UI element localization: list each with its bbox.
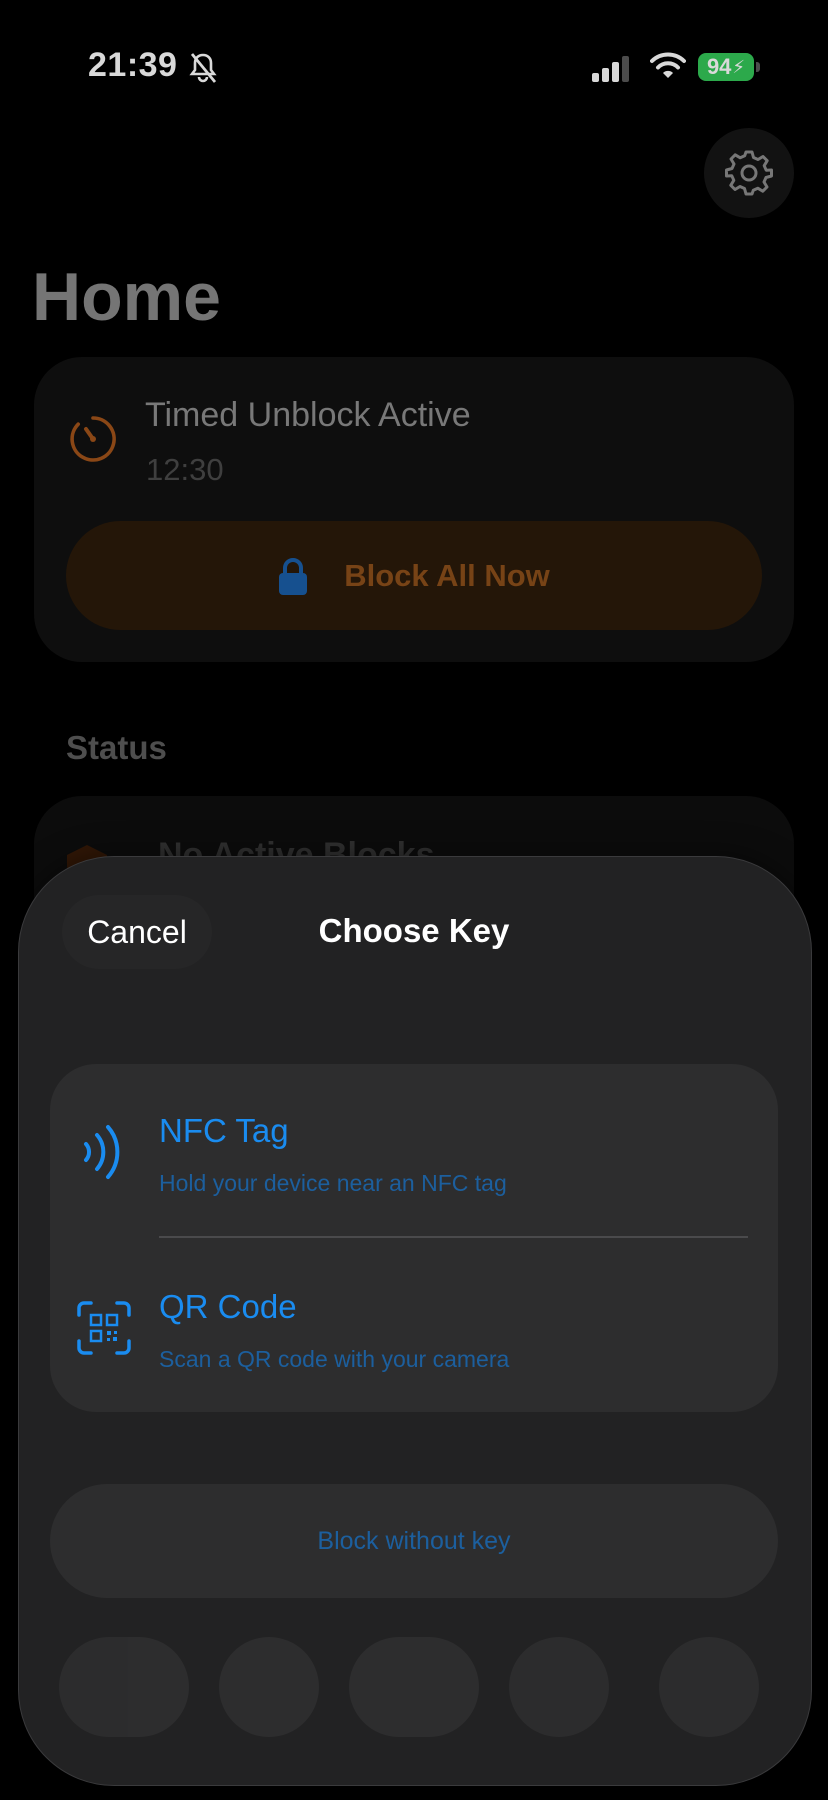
nfc-option-title: NFC Tag xyxy=(159,1112,289,1149)
qr-option-subtitle: Scan a QR code with your camera xyxy=(159,1346,510,1372)
qr-option-title: QR Code xyxy=(159,1288,297,1325)
qr-code-scan-icon xyxy=(76,1300,132,1361)
sheet-title: Choose Key xyxy=(318,912,510,949)
tab-bar-ghost xyxy=(19,1637,811,1747)
nfc-waves-icon xyxy=(80,1122,126,1187)
option-nfc-tag[interactable] xyxy=(50,1064,778,1236)
block-without-key-button[interactable]: Block without key xyxy=(50,1484,778,1598)
nfc-option-subtitle: Hold your device near an NFC tag xyxy=(159,1170,507,1196)
